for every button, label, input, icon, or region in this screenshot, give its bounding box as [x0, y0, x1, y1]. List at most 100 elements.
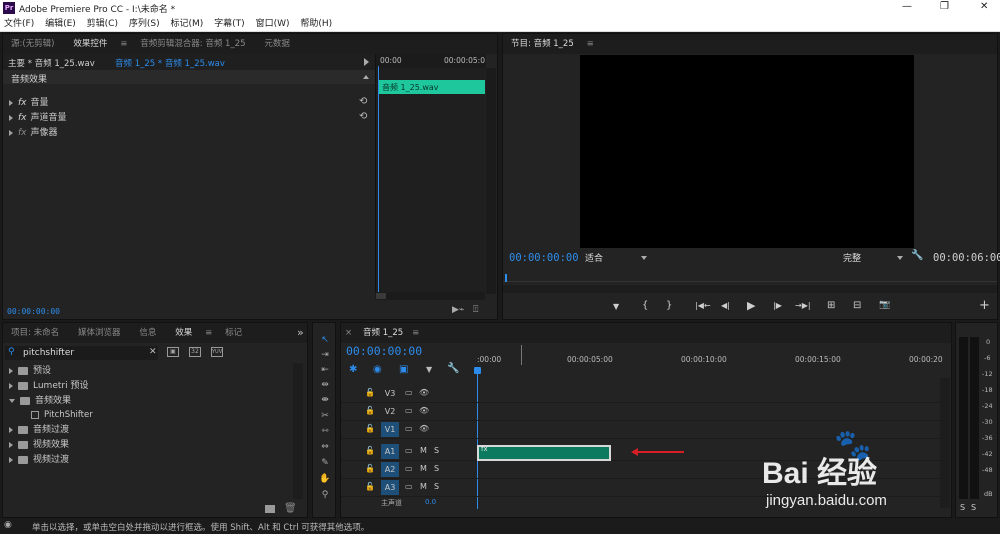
search-input[interactable]: ⚲ pitchshifter ✕	[5, 346, 158, 360]
mini-playhead[interactable]	[378, 66, 379, 294]
tab-effect-controls[interactable]: 效果控件	[65, 34, 115, 54]
reset-icon[interactable]: ⟲	[359, 96, 367, 107]
step-back-icon[interactable]: ◀|	[721, 301, 730, 310]
meter-solo-right[interactable]: S	[971, 503, 976, 512]
menu-window[interactable]: 窗口(W)	[252, 16, 294, 32]
effect-row-panner[interactable]: fx 声像器	[9, 126, 58, 141]
yuv-effects-icon[interactable]: YUV	[211, 347, 223, 357]
close-sequence-icon[interactable]: ×	[341, 323, 356, 343]
track-label-v2[interactable]: V2	[381, 404, 399, 419]
expand-triangle-icon[interactable]	[9, 426, 13, 433]
linked-selection-icon[interactable]: ◉	[373, 364, 382, 375]
ripple-edit-tool-icon[interactable]: ⇤	[317, 364, 333, 377]
timeline-timecode[interactable]: 00:00:00:00	[346, 344, 422, 358]
lock-icon[interactable]: 🔓	[365, 446, 375, 455]
accelerated-effects-icon[interactable]: ▣	[167, 347, 179, 357]
effects-folder-lumetri[interactable]: Lumetri 预设	[9, 379, 88, 394]
menu-sequence[interactable]: 序列(S)	[125, 16, 164, 32]
toggle-sync-icon[interactable]: ▭	[405, 388, 413, 397]
close-button[interactable]: ✕	[980, 1, 988, 12]
add-marker-icon[interactable]: ▼	[613, 302, 619, 311]
video-preview[interactable]	[580, 55, 914, 248]
effect-item-pitchshifter[interactable]: PitchShifter	[31, 408, 93, 423]
export-frame-icon[interactable]: 📷	[879, 300, 890, 310]
program-zoom-bar[interactable]	[503, 285, 997, 293]
tab-sequence[interactable]: 音频 1_25	[359, 323, 407, 343]
sequence-clip-label[interactable]: 音频 1_25 * 音频 1_25.wav	[115, 57, 225, 69]
slip-tool-icon[interactable]: ⇿	[317, 425, 333, 438]
timeline-ruler[interactable]: :00:00 00:00:05:00 00:00:10:00 00:00:15:…	[474, 343, 943, 379]
rolling-edit-tool-icon[interactable]: ⇹	[317, 379, 333, 392]
effect-row-volume[interactable]: fx 音量	[9, 96, 49, 111]
tab-menu-icon[interactable]: ≡	[585, 34, 596, 54]
expand-triangle-icon[interactable]	[9, 129, 13, 136]
tab-menu-icon[interactable]: ≡	[203, 323, 214, 343]
menu-title[interactable]: 字幕(T)	[210, 16, 249, 32]
solo-button[interactable]: S	[434, 464, 439, 473]
marker-icon[interactable]: ▼	[426, 365, 432, 374]
go-to-in-icon[interactable]: |◀←	[695, 301, 711, 310]
maximize-button[interactable]: ❐	[940, 1, 949, 12]
selection-tool-icon[interactable]: ↖	[317, 334, 333, 347]
expand-triangle-icon[interactable]	[9, 367, 13, 374]
tab-metadata[interactable]: 元数据	[256, 34, 298, 54]
export-icon[interactable]: ▶⌁	[452, 305, 464, 315]
track-select-tool-icon[interactable]: ⇥	[317, 349, 333, 362]
lock-icon[interactable]: 🔓	[365, 464, 375, 473]
razor-tool-icon[interactable]: ✂	[317, 410, 333, 423]
effects-folder-audio-transitions[interactable]: 音频过渡	[9, 423, 69, 438]
delete-icon[interactable]: 🗑	[284, 503, 297, 514]
track-label-a2[interactable]: A2	[381, 462, 399, 477]
timeline-settings-icon[interactable]: 🔧	[447, 363, 459, 374]
new-bin-icon[interactable]	[265, 505, 275, 513]
go-to-out-icon[interactable]: →▶|	[795, 301, 811, 310]
lift-icon[interactable]: ⊞	[827, 300, 835, 311]
step-forward-icon[interactable]: |▶	[773, 301, 782, 310]
expand-triangle-icon[interactable]	[9, 99, 13, 106]
mark-in-icon[interactable]: {	[642, 300, 648, 311]
menu-clip[interactable]: 剪辑(C)	[83, 16, 122, 32]
menu-edit[interactable]: 编辑(E)	[41, 16, 80, 32]
tab-menu-icon[interactable]: ≡	[118, 34, 129, 54]
settings-wrench-icon[interactable]: 🔧	[911, 250, 923, 261]
play-icon[interactable]: ▶	[747, 299, 755, 312]
effects-scrollbar[interactable]	[293, 363, 303, 499]
toggle-sync-icon[interactable]: ▭	[405, 464, 413, 473]
minimize-button[interactable]: —	[902, 1, 912, 12]
expand-arrow-icon[interactable]	[364, 58, 369, 66]
menu-marker[interactable]: 标记(M)	[166, 16, 207, 32]
effects-folder-audio-effects[interactable]: 音频效果	[9, 394, 71, 409]
effects-folder-video-transitions[interactable]: 视频过渡	[9, 453, 69, 468]
visibility-eye-icon[interactable]: 👁	[419, 406, 429, 415]
tab-audio-clip-mixer[interactable]: 音频剪辑混合器: 音频 1_25	[132, 34, 253, 54]
audio-clip-a1[interactable]: fx	[477, 445, 611, 461]
rate-stretch-tool-icon[interactable]: ⇼	[317, 394, 333, 407]
tab-media-browser[interactable]: 媒体浏览器	[70, 323, 129, 343]
add-marker-icon[interactable]: ▣	[399, 364, 408, 375]
track-label-a3[interactable]: A3	[381, 480, 399, 495]
effect-row-channel-volume[interactable]: fx 声道音量	[9, 111, 67, 126]
menu-file[interactable]: 文件(F)	[0, 16, 38, 32]
mark-out-icon[interactable]: }	[666, 300, 672, 311]
tab-program[interactable]: 节目: 音频 1_25	[503, 34, 582, 54]
lock-icon[interactable]: 🔓	[365, 482, 375, 491]
32bit-effects-icon[interactable]: 32	[189, 347, 201, 357]
program-timecode[interactable]: 00:00:00:00	[509, 252, 579, 264]
expand-triangle-icon[interactable]	[9, 382, 13, 389]
mute-button[interactable]: M	[420, 482, 427, 491]
collapse-icon[interactable]	[363, 75, 369, 79]
pen-tool-icon[interactable]: ✎	[317, 457, 333, 470]
fx-badge[interactable]: fx	[18, 128, 27, 138]
master-track-value[interactable]: 0.0	[425, 498, 436, 506]
track-label-a1[interactable]: A1	[381, 444, 399, 459]
expand-triangle-icon[interactable]	[9, 456, 13, 463]
slide-tool-icon[interactable]: ⇔	[317, 441, 333, 454]
add-button-icon[interactable]: +	[979, 298, 990, 313]
collapse-triangle-icon[interactable]	[9, 398, 15, 403]
status-eye-icon[interactable]: ◉	[4, 520, 12, 530]
fx-badge[interactable]: fx	[481, 445, 488, 453]
mini-clip[interactable]: 音频 1_25.wav	[378, 80, 485, 94]
solo-button[interactable]: S	[434, 446, 439, 455]
toggle-sync-icon[interactable]: ▭	[405, 482, 413, 491]
toggle-sync-icon[interactable]: ▭	[405, 406, 413, 415]
